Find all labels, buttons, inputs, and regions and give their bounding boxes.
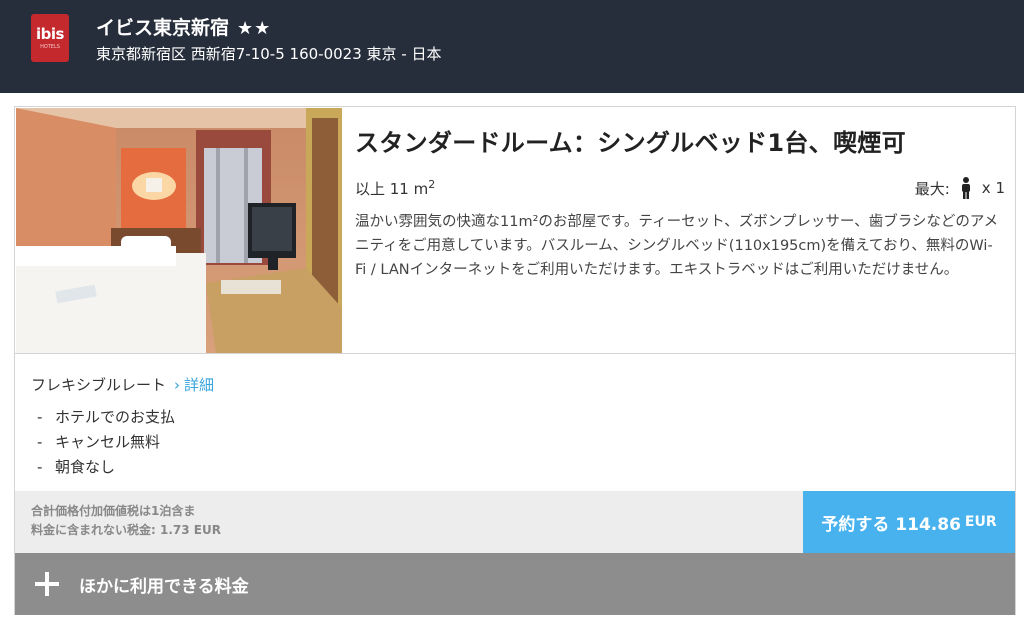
hotel-name-text: イビス東京新宿 [96,17,230,39]
max-occupancy-value: x 1 [981,179,1005,197]
tax-info: 合計価格付加価値税は1泊含ま 料金に含まれない税金: 1.73 EUR [31,502,221,540]
room-size: 以上 11 m2 [355,178,435,199]
hotel-header: ibis HOTELS イビス東京新宿 ★★ 東京都新宿区 西新宿7-10-5 1… [0,0,1024,93]
chevron-right-icon[interactable]: › [174,376,180,394]
max-occupancy: 最大: x 1 [915,177,1005,199]
other-rates-label: ほかに利用できる料金 [79,576,249,597]
rate-condition-item: 朝食なし [37,455,175,480]
rate-condition-item: ホテルでのお支払 [37,405,175,430]
room-card: スタンダードルーム：シングルベッド1台、喫煙可 以上 11 m2 最大: x 1… [14,106,1016,615]
rate-details-link[interactable]: 詳細 [184,376,214,394]
rate-name-text: フレキシブルレート [31,376,167,394]
plus-icon [35,570,63,598]
book-button-currency: EUR [964,514,997,530]
ibis-logo[interactable]: ibis HOTELS [31,14,69,62]
hotel-name: イビス東京新宿 ★★ [96,13,271,40]
logo-text: ibis [36,25,64,43]
logo-subtext: HOTELS [40,44,60,50]
room-info: スタンダードルーム：シングルベッド1台、喫煙可 以上 11 m2 最大: x 1… [355,123,1005,282]
room-description: 温かい雰囲気の快適な11m²のお部屋です。ティーセット、ズボンプレッサー、歯ブラ… [355,214,999,278]
hotel-address: 東京都新宿区 西新宿7-10-5 160-0023 東京 - 日本 [96,45,442,63]
star-rating: ★★ [237,18,272,39]
max-occupancy-label: 最大: [914,179,950,198]
tax-info-line2: 料金に含まれない税金: 1.73 EUR [31,523,221,537]
other-rates-button[interactable]: ほかに利用できる料金 [15,553,1015,615]
room-size-text: 以上 11 m [355,180,429,198]
hotel-room-photo[interactable] [16,108,342,353]
section-divider [15,353,1015,354]
book-button[interactable]: 予約する 114.86 EUR [803,491,1015,553]
tax-info-line1: 合計価格付加価値税は1泊含ま [31,504,196,518]
room-size-unit: 2 [428,178,436,191]
room-photo-image [16,108,342,353]
book-button-label: 予約する 114.86 [821,514,961,535]
price-bar: 合計価格付加価値税は1泊含ま 料金に含まれない税金: 1.73 EUR 予約する… [15,491,1015,553]
rate-name: フレキシブルレート › 詳細 [31,374,214,395]
person-icon [961,177,970,199]
room-title[interactable]: スタンダードルーム：シングルベッド1台、喫煙可 [355,123,1005,158]
rate-conditions: ホテルでのお支払 キャンセル無料 朝食なし [37,405,175,480]
room-meta: 以上 11 m2 最大: x 1 [355,174,1005,204]
rate-condition-item: キャンセル無料 [37,430,175,455]
